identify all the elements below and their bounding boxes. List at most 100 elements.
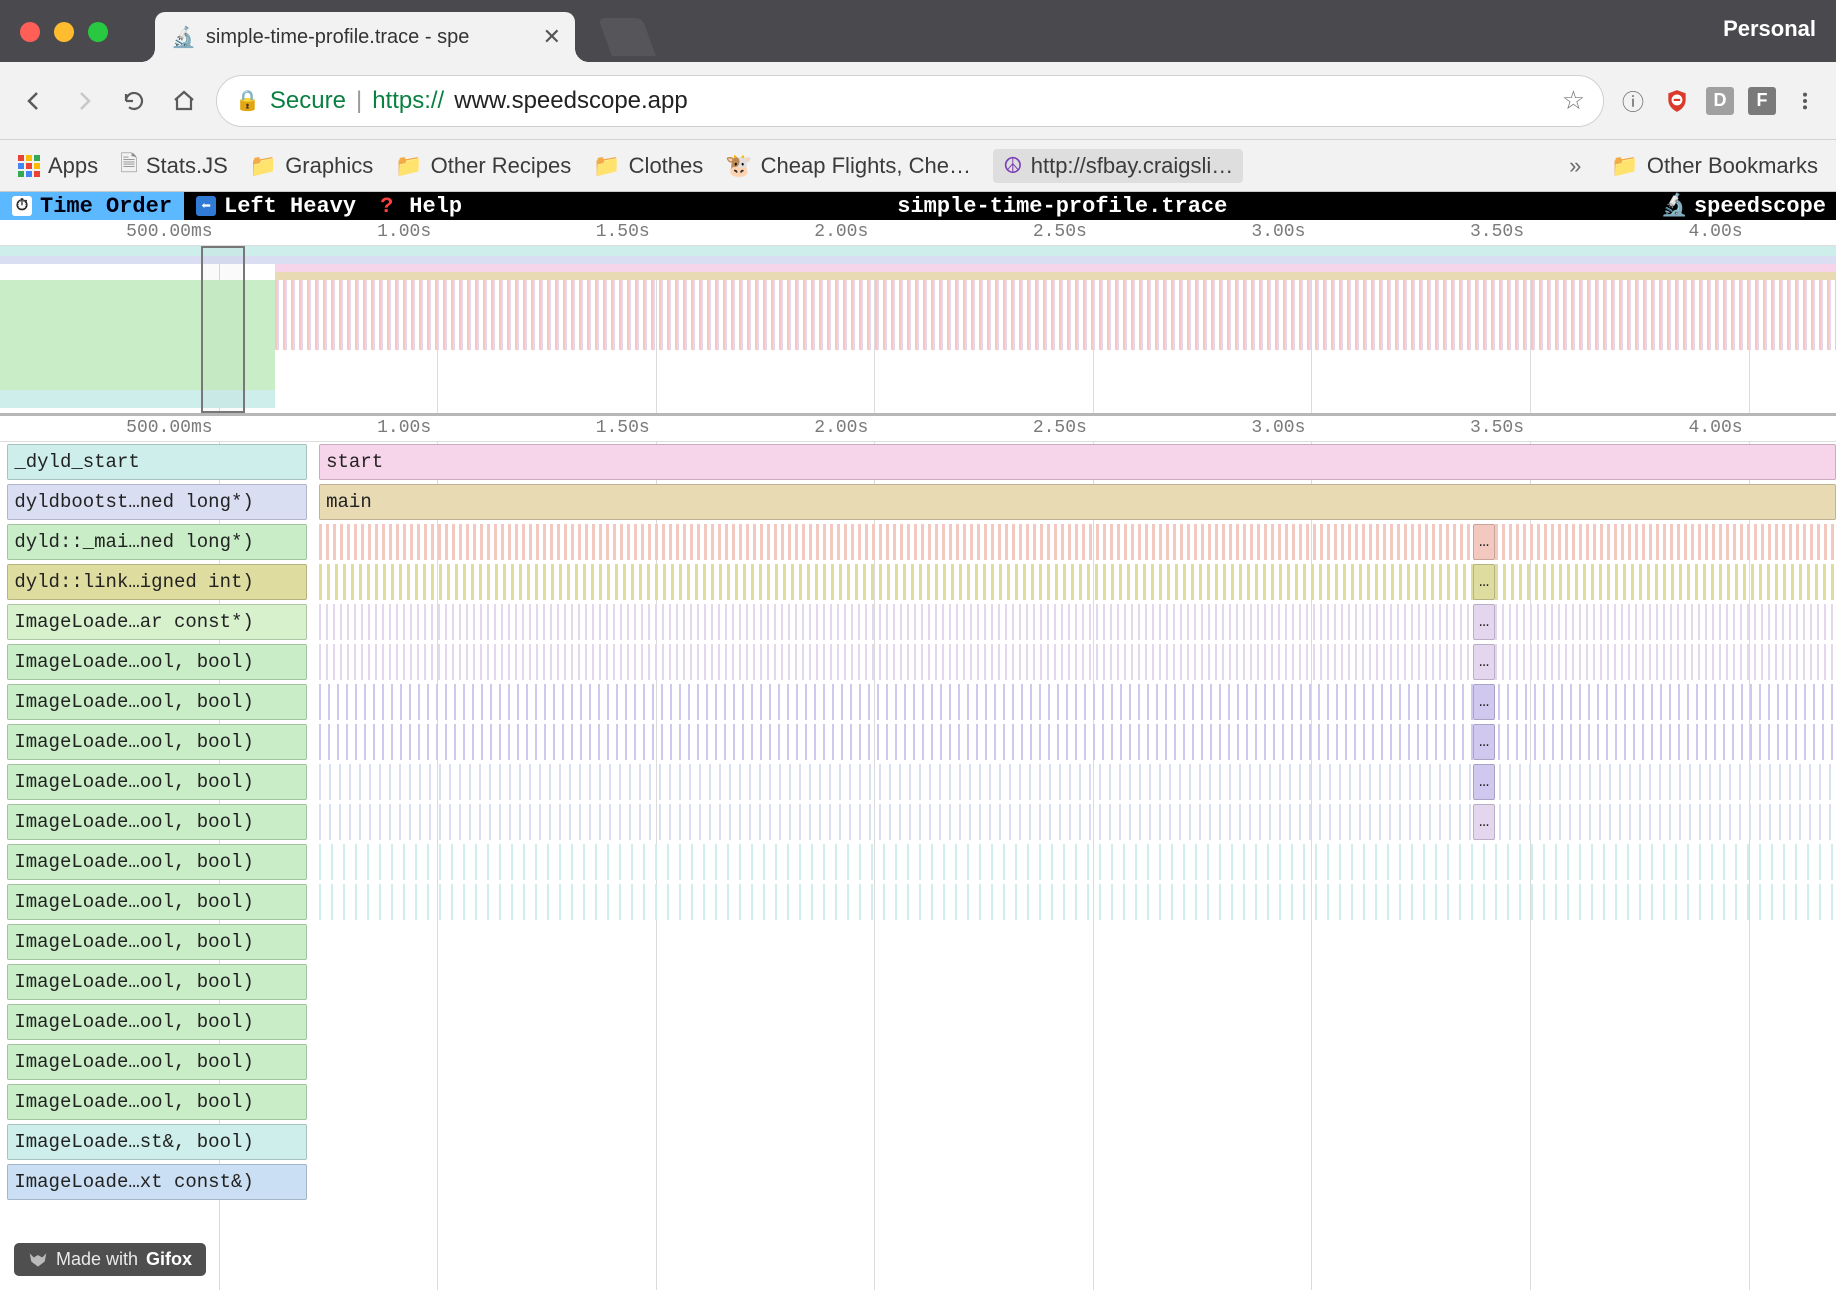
flame-frame[interactable]: dyld::_mai…ned long*) bbox=[7, 524, 307, 560]
arrow-right-icon bbox=[72, 89, 96, 113]
ruler-tick: 500.00ms bbox=[126, 222, 218, 242]
loaded-file-title: simple-time-profile.trace bbox=[474, 194, 1650, 219]
flame-stripe-region[interactable] bbox=[319, 604, 1836, 640]
flame-frame[interactable]: ImageLoade…ool, bool) bbox=[7, 924, 307, 960]
ruler-tick: 500.00ms bbox=[126, 418, 218, 438]
flame-frame[interactable]: ImageLoade…ool, bool) bbox=[7, 964, 307, 1000]
bookmark-item[interactable]: 🗎Stats.JS bbox=[120, 147, 228, 185]
close-window-button[interactable] bbox=[20, 22, 40, 42]
flame-frame[interactable]: ImageLoade…ool, bool) bbox=[7, 644, 307, 680]
view-time_order-button[interactable]: ⏱Time Order bbox=[0, 192, 184, 220]
flame-frame[interactable]: ImageLoade…ool, bool) bbox=[7, 684, 307, 720]
flame-frame[interactable]: start bbox=[319, 444, 1836, 480]
folder-icon: 📁 bbox=[1611, 153, 1638, 179]
minimap-ruler[interactable]: 500.00ms1.00s1.50s2.00s2.50s3.00s3.50s4.… bbox=[0, 220, 1836, 246]
emoji-icon: 🐮 bbox=[725, 153, 752, 179]
reload-button[interactable] bbox=[116, 85, 152, 117]
flame-stripe-region[interactable] bbox=[319, 684, 1836, 720]
extension-f-avatar-icon[interactable]: F bbox=[1748, 87, 1776, 115]
flame-frame-truncated[interactable]: … bbox=[1473, 604, 1495, 640]
flame-frame[interactable]: ImageLoade…st&, bool) bbox=[7, 1124, 307, 1160]
flame-stripe-region[interactable] bbox=[319, 764, 1836, 800]
ruler-tick: 4.00s bbox=[1689, 222, 1749, 242]
flame-frame[interactable]: ImageLoade…ool, bool) bbox=[7, 764, 307, 800]
flame-frame[interactable]: ImageLoade…ool, bool) bbox=[7, 1044, 307, 1080]
extension-ublock-icon[interactable] bbox=[1662, 86, 1692, 116]
bookmark-item[interactable]: 📁Clothes bbox=[593, 153, 703, 179]
minimap-viewport[interactable] bbox=[201, 246, 245, 413]
folder-icon: 📁 bbox=[593, 153, 620, 179]
flame-frame-truncated[interactable]: … bbox=[1473, 764, 1495, 800]
flame-frame[interactable]: ImageLoade…ool, bool) bbox=[7, 804, 307, 840]
new-tab-button[interactable] bbox=[598, 18, 656, 56]
flame-frame[interactable]: main bbox=[319, 484, 1836, 520]
flame-frame[interactable]: ImageLoade…ool, bool) bbox=[7, 844, 307, 880]
zoom-window-button[interactable] bbox=[88, 22, 108, 42]
flame-stripe-region[interactable] bbox=[319, 884, 1836, 920]
home-button[interactable] bbox=[166, 85, 202, 117]
arrow-left-icon bbox=[22, 89, 46, 113]
window-titlebar: 🔬 simple-time-profile.trace - spe ✕ Pers… bbox=[0, 0, 1836, 62]
brand-label: speedscope bbox=[1694, 194, 1826, 219]
close-tab-button[interactable]: ✕ bbox=[543, 24, 561, 50]
help-button[interactable]: ? Help bbox=[368, 192, 474, 220]
flame-frame[interactable]: dyld::link…igned int) bbox=[7, 564, 307, 600]
speedscope-brand[interactable]: 🔬 speedscope bbox=[1651, 193, 1836, 219]
extension-d-avatar-icon[interactable]: D bbox=[1706, 87, 1734, 115]
ruler-tick: 3.00s bbox=[1251, 222, 1311, 242]
flame-stripe-region[interactable] bbox=[319, 564, 1836, 600]
flame-frame[interactable]: ImageLoade…ool, bool) bbox=[7, 724, 307, 760]
url-bar[interactable]: 🔒 Secure | https://www.speedscope.app ☆ bbox=[216, 75, 1604, 127]
bookmark-item[interactable]: 📁Graphics bbox=[250, 153, 373, 179]
flame-frame-truncated[interactable]: … bbox=[1473, 644, 1495, 680]
url-host: www.speedscope.app bbox=[454, 87, 687, 115]
microscope-icon: 🔬 bbox=[1661, 193, 1688, 219]
other-bookmarks-button[interactable]: 📁 Other Bookmarks bbox=[1611, 153, 1818, 179]
folder-icon: 📁 bbox=[395, 153, 422, 179]
bookmarks-overflow-button[interactable]: » bbox=[1569, 153, 1581, 179]
flame-frame[interactable]: _dyld_start bbox=[7, 444, 307, 480]
question-mark-icon: ? bbox=[380, 194, 393, 219]
minimize-window-button[interactable] bbox=[54, 22, 74, 42]
active-tab[interactable]: 🔬 simple-time-profile.trace - spe ✕ bbox=[155, 12, 575, 62]
bookmark-item[interactable]: ☮http://sfbay.craigsli… bbox=[993, 149, 1243, 183]
flame-frame-truncated[interactable]: … bbox=[1473, 524, 1495, 560]
extension-info-icon[interactable]: ⓘ bbox=[1618, 86, 1648, 116]
apps-grid-icon bbox=[18, 155, 40, 177]
flame-graph[interactable]: _dyld_start start dyldbootst…ned long*) mai… bbox=[0, 442, 1836, 1290]
flame-frame-truncated[interactable]: … bbox=[1473, 564, 1495, 600]
ruler-tick: 2.00s bbox=[814, 222, 874, 242]
profile-label[interactable]: Personal bbox=[1723, 16, 1816, 42]
flame-stripe-region[interactable] bbox=[319, 804, 1836, 840]
bookmarks-bar: Apps 🗎Stats.JS 📁Graphics 📁Other Recipes 📁Cl… bbox=[0, 140, 1836, 192]
flame-frame-truncated[interactable]: … bbox=[1473, 684, 1495, 720]
browser-toolbar: 🔒 Secure | https://www.speedscope.app ☆ … bbox=[0, 62, 1836, 140]
flame-frame[interactable]: ImageLoade…ool, bool) bbox=[7, 1004, 307, 1040]
flame-stripe-region[interactable] bbox=[319, 724, 1836, 760]
ruler-tick: 1.50s bbox=[596, 418, 656, 438]
view-left_heavy-button[interactable]: ⬅Left Heavy bbox=[184, 192, 368, 220]
flame-ruler[interactable]: 500.00ms1.00s1.50s2.00s2.50s3.00s3.50s4.… bbox=[0, 416, 1836, 442]
bookmarks-apps-button[interactable]: Apps bbox=[18, 153, 98, 179]
minimap[interactable] bbox=[0, 246, 1836, 416]
flame-frame[interactable]: ImageLoade…ar const*) bbox=[7, 604, 307, 640]
flame-stripe-region[interactable] bbox=[319, 524, 1836, 560]
bookmark-item[interactable]: 📁Other Recipes bbox=[395, 153, 571, 179]
flame-frame-truncated[interactable]: … bbox=[1473, 804, 1495, 840]
peace-icon: ☮ bbox=[1003, 153, 1023, 179]
forward-button[interactable] bbox=[66, 85, 102, 117]
folder-icon: 📁 bbox=[250, 153, 277, 179]
flame-stripe-region[interactable] bbox=[319, 644, 1836, 680]
flame-frame-truncated[interactable]: … bbox=[1473, 724, 1495, 760]
flame-frame[interactable]: ImageLoade…xt const&) bbox=[7, 1164, 307, 1200]
flame-frame[interactable]: dyldbootst…ned long*) bbox=[7, 484, 307, 520]
flame-stripe-region[interactable] bbox=[319, 844, 1836, 880]
bookmark-item[interactable]: 🐮Cheap Flights, Che… bbox=[725, 153, 971, 179]
flame-frame[interactable]: ImageLoade…ool, bool) bbox=[7, 1084, 307, 1120]
browser-menu-button[interactable] bbox=[1790, 86, 1820, 116]
bookmark-star-icon[interactable]: ☆ bbox=[1562, 85, 1585, 116]
ruler-tick: 3.00s bbox=[1251, 418, 1311, 438]
urlbar-separator: | bbox=[356, 87, 362, 115]
flame-frame[interactable]: ImageLoade…ool, bool) bbox=[7, 884, 307, 920]
back-button[interactable] bbox=[16, 85, 52, 117]
